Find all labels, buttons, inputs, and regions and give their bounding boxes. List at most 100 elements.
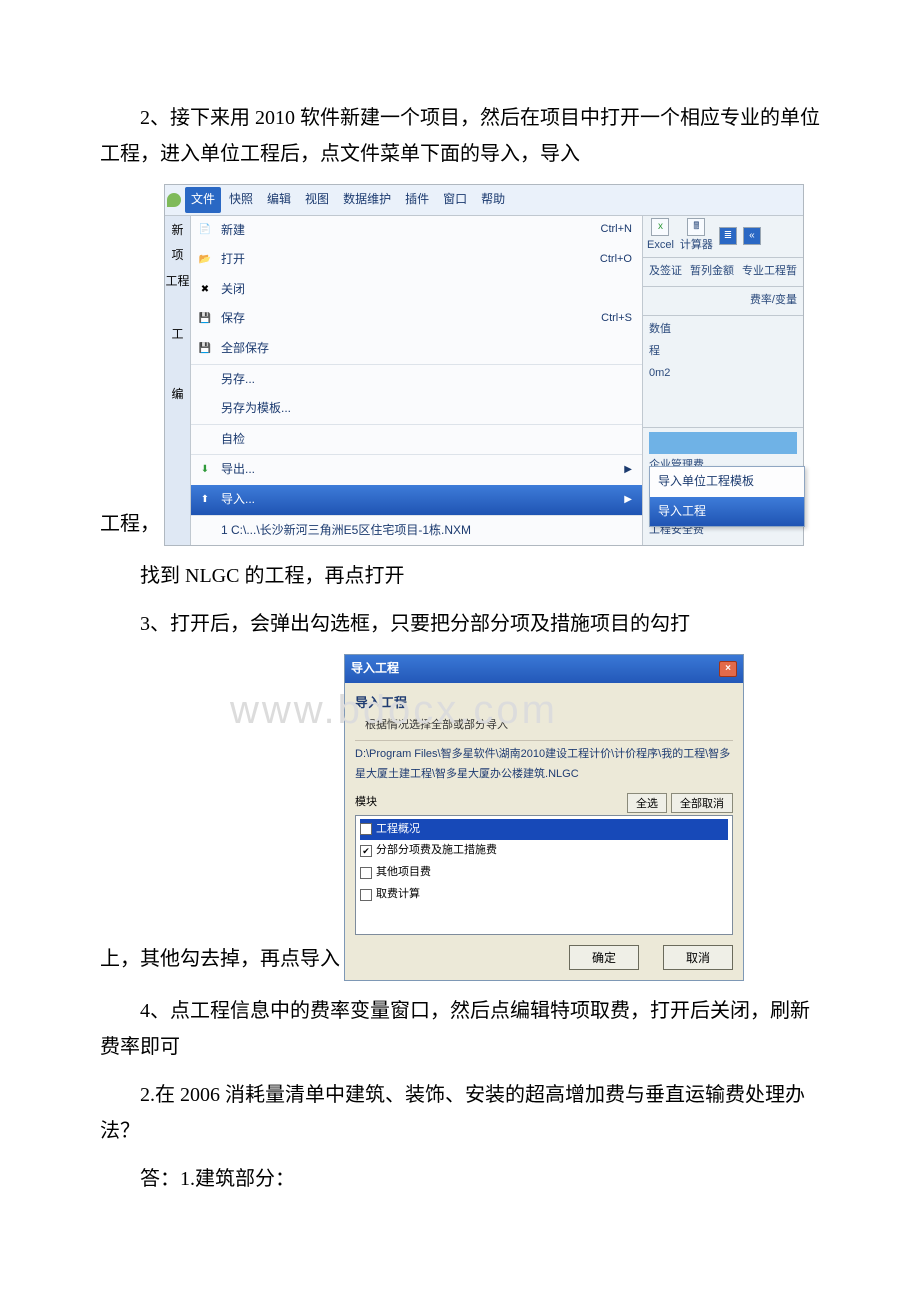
open-icon: 📂 xyxy=(197,252,213,268)
paragraph-5-tail: 上，其他勾去掉，再点导入 xyxy=(100,941,340,981)
sidebar-label: 工 xyxy=(171,324,183,346)
menu-label: 另存为模板... xyxy=(221,398,632,420)
module-label: 模块 xyxy=(355,793,377,813)
menu-item-saveas[interactable]: 另存... xyxy=(191,364,642,395)
list-item-label: 取费计算 xyxy=(376,885,420,905)
list-item-overview[interactable]: 工程概况 xyxy=(360,819,728,841)
module-listbox: 工程概况 ✔ 分部分项费及施工措施费 其他项目费 取费计算 xyxy=(355,815,733,935)
saveall-icon: 💾 xyxy=(197,341,213,357)
close-button[interactable]: × xyxy=(719,661,737,677)
menu-label: 导出... xyxy=(221,459,616,481)
tool-label: Excel xyxy=(647,236,674,256)
menu-item-new[interactable]: 📄 新建 Ctrl+N xyxy=(191,216,642,246)
sidebar-label: 工程 xyxy=(165,271,189,293)
collapse-icon: « xyxy=(743,227,761,245)
menu-item-save[interactable]: 💾 保存 Ctrl+S xyxy=(191,304,642,334)
more-icon: ≣ xyxy=(719,227,737,245)
figure-import-dialog: 导入工程 × 导入工程 根据情况选择全部或部分导入 D:\Program Fil… xyxy=(344,654,744,980)
menu-item-selfcheck[interactable]: 自检 xyxy=(191,424,642,455)
menu-item-saveastpl[interactable]: 另存为模板... xyxy=(191,394,642,424)
menu-item-close[interactable]: ✖ 关闭 xyxy=(191,275,642,305)
menu-help[interactable]: 帮助 xyxy=(475,187,511,213)
submenu-item-template[interactable]: 导入单位工程模板 xyxy=(650,467,804,497)
dialog-subheading: 根据情况选择全部或部分导入 xyxy=(355,716,733,741)
dialog-title: 导入工程 xyxy=(351,658,399,680)
more-tool[interactable]: ≣ xyxy=(719,227,737,245)
left-sidebar: 新 项 工程 工 编 xyxy=(165,216,191,546)
paragraph-4: 3、打开后，会弹出勾选框，只要把分部分项及措施项目的勾打 xyxy=(100,606,820,642)
export-icon: ⬇ xyxy=(197,462,213,478)
list-item[interactable] xyxy=(649,432,797,454)
checkbox-icon[interactable] xyxy=(360,867,372,879)
menu-label: 保存 xyxy=(221,308,593,330)
ok-button[interactable]: 确定 xyxy=(569,945,639,970)
menu-label: 关闭 xyxy=(221,279,632,301)
paragraph-1: 2、接下来用 2010 软件新建一个项目，然后在项目中打开一个相应专业的单位工程… xyxy=(100,100,820,172)
shortcut-label: Ctrl+S xyxy=(601,309,632,329)
paragraph-3: 找到 NLGC 的工程，再点打开 xyxy=(100,558,820,594)
select-all-button[interactable]: 全选 xyxy=(627,793,667,813)
checkbox-icon[interactable] xyxy=(360,823,372,835)
tab-signvisa[interactable]: 及签证 xyxy=(649,262,682,282)
cancel-button[interactable]: 取消 xyxy=(663,945,733,970)
menu-item-open[interactable]: 📂 打开 Ctrl+O xyxy=(191,245,642,275)
menu-item-saveall[interactable]: 💾 全部保存 xyxy=(191,334,642,364)
sidebar-label: 编 xyxy=(171,384,183,406)
menu-window[interactable]: 窗口 xyxy=(437,187,473,213)
menu-label: 自检 xyxy=(221,429,632,451)
checkbox-icon[interactable]: ✔ xyxy=(360,845,372,857)
list-item-division[interactable]: ✔ 分部分项费及施工措施费 xyxy=(360,840,728,862)
sidebar-label: 新 xyxy=(171,220,183,242)
submenu-arrow-icon: ▶ xyxy=(624,461,632,479)
import-path-text: D:\Program Files\智多星软件\湖南2010建设工程计价\计价程序… xyxy=(355,741,733,793)
menu-item-export[interactable]: ⬇ 导出... ▶ xyxy=(191,454,642,485)
list-item-label: 工程概况 xyxy=(376,820,420,840)
menu-edit[interactable]: 编辑 xyxy=(261,187,297,213)
save-icon: 💾 xyxy=(197,311,213,327)
paragraph-6: 4、点工程信息中的费率变量窗口，然后点编辑特项取费，打开后关闭，刷新费率即可 xyxy=(100,993,820,1065)
menu-view[interactable]: 视图 xyxy=(299,187,335,213)
dialog-heading: 导入工程 xyxy=(355,689,733,716)
tab-special[interactable]: 专业工程暂 xyxy=(742,262,797,282)
col-value: 数值 xyxy=(649,320,797,340)
menu-label: 全部保存 xyxy=(221,338,632,360)
shortcut-label: Ctrl+O xyxy=(600,250,632,270)
calculator-icon: 🖩 xyxy=(687,218,705,236)
menu-item-recent[interactable]: 1 C:\...\长沙新河三角洲E5区住宅项目-1栋.NXM xyxy=(191,515,642,546)
new-icon: 📄 xyxy=(197,222,213,238)
menu-snapshot[interactable]: 快照 xyxy=(223,187,259,213)
col-cheng: 程 xyxy=(649,342,797,362)
paragraph-2-tail: 工程， xyxy=(100,506,160,546)
menu-label: 打开 xyxy=(221,249,592,271)
dialog-titlebar: 导入工程 × xyxy=(345,655,743,683)
menu-label: 新建 xyxy=(221,220,593,242)
list-item-label: 分部分项费及施工措施费 xyxy=(376,841,497,861)
cancel-all-button[interactable]: 全部取消 xyxy=(671,793,733,813)
menu-label: 1 C:\...\长沙新河三角洲E5区住宅项目-1栋.NXM xyxy=(221,520,632,542)
menu-label: 导入... xyxy=(221,489,616,511)
list-item-fee[interactable]: 取费计算 xyxy=(360,884,728,906)
sidebar-label: 项 xyxy=(171,245,183,267)
import-submenu: 导入单位工程模板 导入工程 xyxy=(649,466,805,527)
menu-item-import[interactable]: ⬆ 导入... ▶ xyxy=(191,485,642,515)
list-item-label: 其他项目费 xyxy=(376,863,431,883)
menu-data[interactable]: 数据维护 xyxy=(337,187,397,213)
tool-label: 计算器 xyxy=(680,236,713,256)
menu-file[interactable]: 文件 xyxy=(185,187,221,213)
app-logo-icon xyxy=(167,193,181,207)
tab-provisional[interactable]: 暂列金额 xyxy=(690,262,734,282)
menu-plugin[interactable]: 插件 xyxy=(399,187,435,213)
rate-var-link[interactable]: 费率/变量 xyxy=(750,294,797,306)
list-item-other[interactable]: 其他项目费 xyxy=(360,862,728,884)
calc-tool[interactable]: 🖩 计算器 xyxy=(680,218,713,256)
excel-icon: x xyxy=(651,218,669,236)
col-m2: 0m2 xyxy=(649,364,797,384)
submenu-item-project[interactable]: 导入工程 xyxy=(650,497,804,527)
paragraph-7: 2.在 2006 消耗量清单中建筑、装饰、安装的超高增加费与垂直运输费处理办法？ xyxy=(100,1077,820,1149)
import-icon: ⬆ xyxy=(197,492,213,508)
excel-tool[interactable]: x Excel xyxy=(647,218,674,256)
collapse-tool[interactable]: « xyxy=(743,227,761,245)
close-icon: ✖ xyxy=(197,282,213,298)
checkbox-icon[interactable] xyxy=(360,889,372,901)
paragraph-8: 答：1.建筑部分： xyxy=(100,1161,820,1197)
